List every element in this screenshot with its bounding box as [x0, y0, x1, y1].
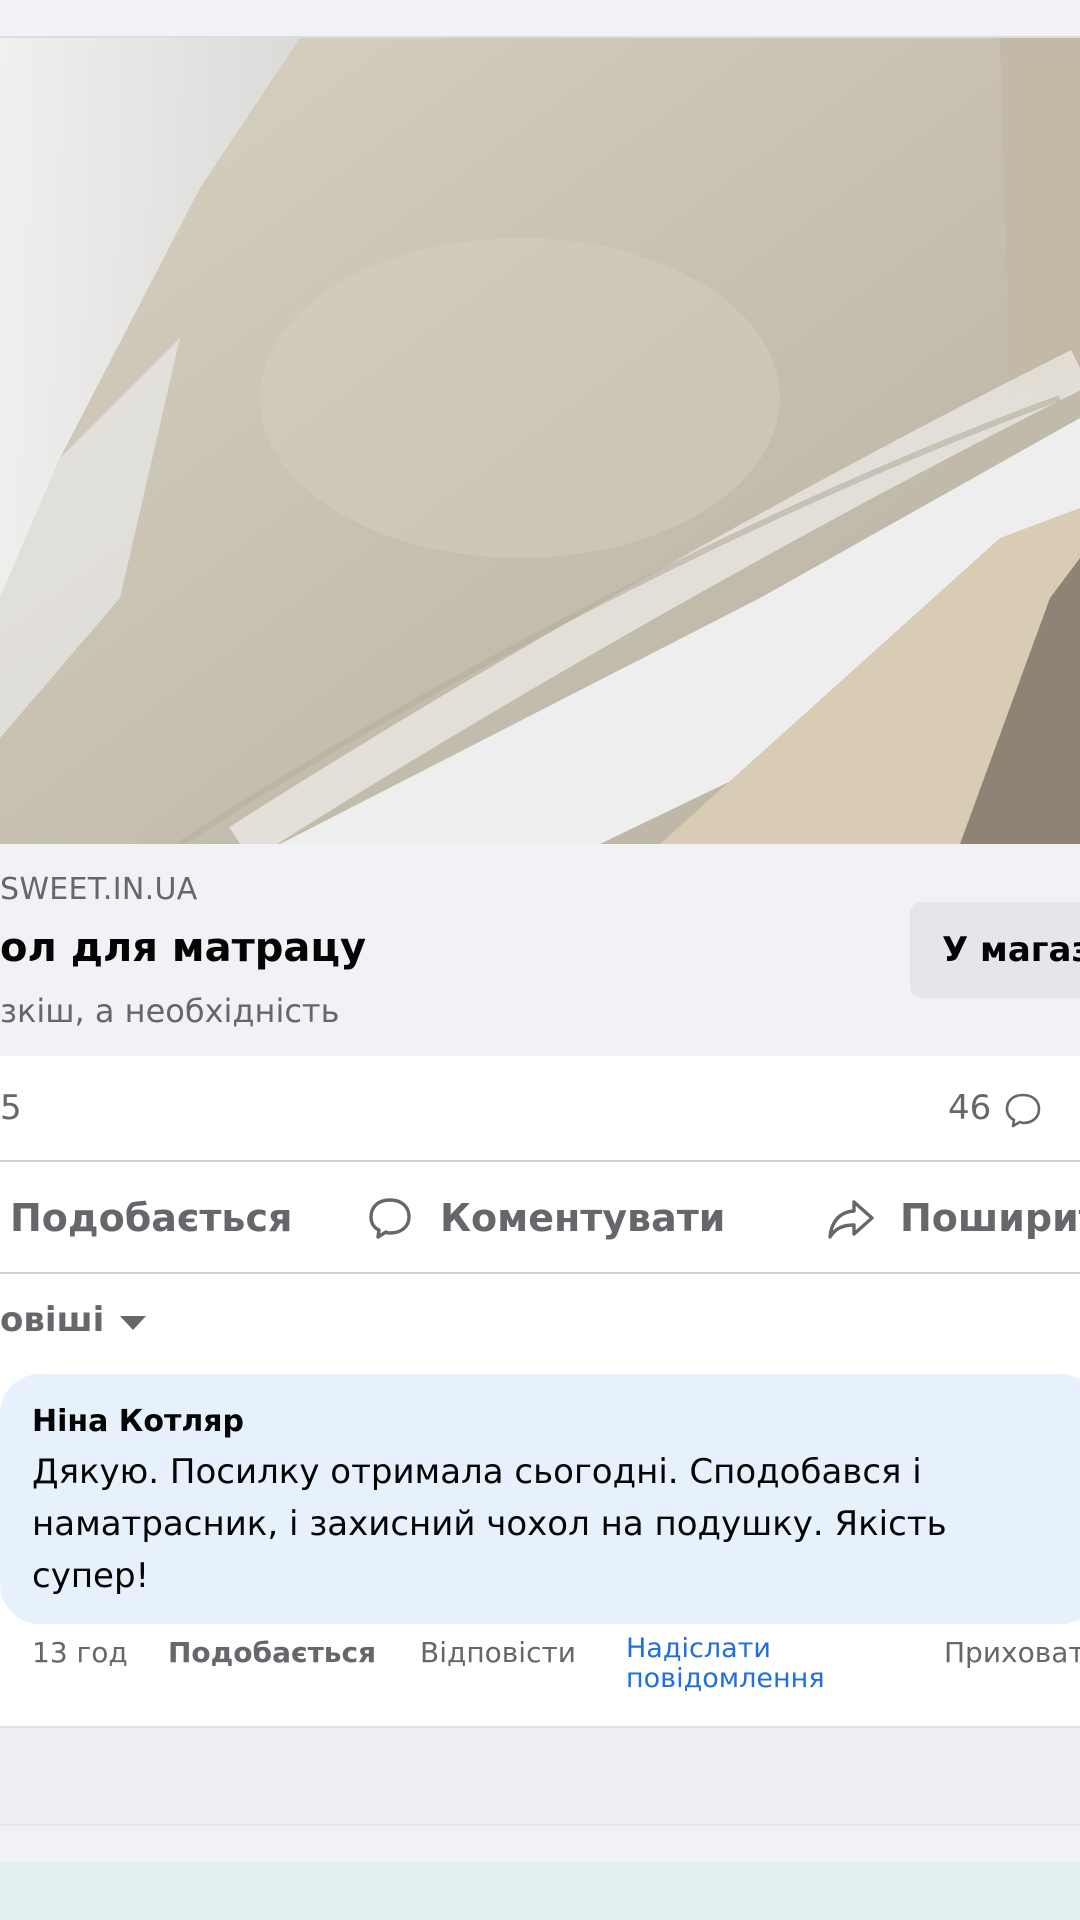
- like-button[interactable]: Подобається: [10, 1196, 292, 1240]
- share-icon: [826, 1194, 876, 1246]
- send-message-link[interactable]: Надіслати повідомлення: [626, 1634, 866, 1694]
- post-image[interactable]: [0, 38, 1080, 844]
- comment-reply-button[interactable]: Відповісти: [420, 1636, 576, 1669]
- comment-author[interactable]: Ніна Котляр: [32, 1404, 244, 1439]
- comment-icon: [366, 1194, 414, 1246]
- comment-like-button[interactable]: Подобається: [168, 1636, 376, 1669]
- top-strip: [0, 0, 1080, 38]
- comment-button[interactable]: Коментувати: [440, 1196, 725, 1240]
- share-button[interactable]: Поширит: [900, 1196, 1080, 1240]
- link-domain: SWEET.IN.UA: [0, 872, 198, 907]
- link-description: зкіш, а необхідність: [0, 992, 340, 1030]
- next-post-card: [0, 1862, 1080, 1920]
- feed-separator: [0, 1728, 1080, 1824]
- shop-now-button[interactable]: У магаз: [910, 902, 1080, 998]
- reactions-count[interactable]: 5: [0, 1088, 22, 1128]
- chevron-down-icon[interactable]: [118, 1314, 148, 1336]
- feed-separator: [0, 1826, 1080, 1862]
- comment-text: Дякую. Посилку отримала сьогодні. Сподоб…: [32, 1452, 947, 1596]
- comment-hide-button[interactable]: Приховат: [944, 1636, 1080, 1669]
- link-title[interactable]: ол для матрацу: [0, 925, 366, 971]
- comment-icon: [1003, 1090, 1043, 1134]
- comment-timestamp[interactable]: 13 год: [32, 1636, 128, 1669]
- comment-sort-selector[interactable]: овіші: [0, 1300, 104, 1340]
- comments-count[interactable]: 46: [948, 1088, 991, 1128]
- post-stats-bar: [0, 1056, 1080, 1162]
